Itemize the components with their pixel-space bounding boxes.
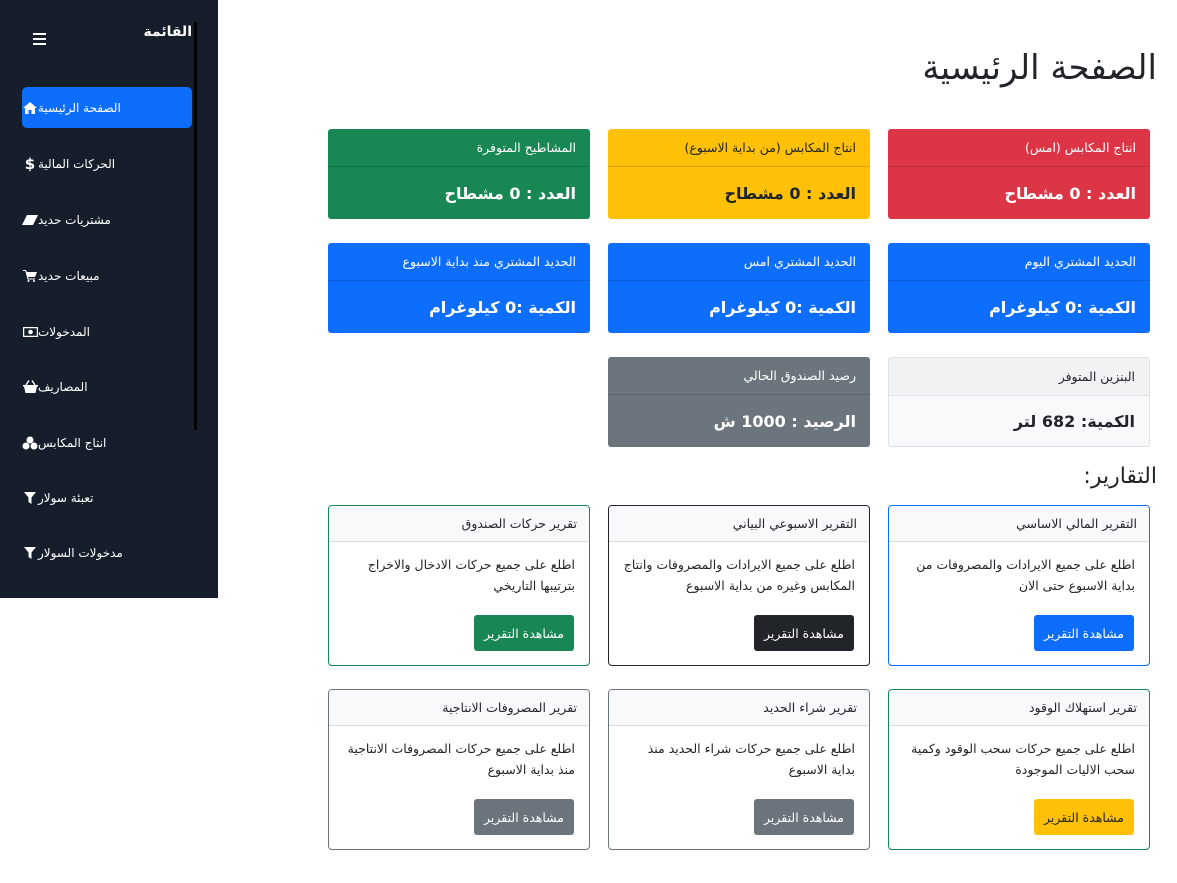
stat-card-value: العدد : 0 مشطاح (724, 183, 856, 203)
report-card-fuel: تقرير استهلاك الوقود اطلع على جميع حركات… (888, 689, 1150, 850)
stat-card-header: انتاج المكابس (امس) (888, 129, 1150, 167)
report-card-header: تقرير المصروفات الانتاجية (329, 690, 589, 726)
report-card-financial: التقرير المالي الاساسي اطلع على جميع الا… (888, 505, 1150, 666)
stat-card-value: الكمية :0 كيلوغرام (429, 297, 576, 317)
stat-card-header: البنزين المتوفر (889, 358, 1149, 396)
stat-card-value: العدد : 0 مشطاح (444, 183, 576, 203)
report-card-header: تقرير شراء الحديد (609, 690, 869, 726)
stat-card-header: الحديد المشتري اليوم (888, 243, 1150, 281)
sidebar-item-label: الحركات المالية (38, 156, 116, 171)
report-card-text: اطلع على جميع الايرادات والمصروفات وانتا… (623, 557, 855, 593)
sidebar-item-income[interactable]: المدخولات (22, 311, 192, 352)
home-icon (22, 100, 38, 116)
sidebar-item-expenses[interactable]: المصاريف (22, 366, 192, 407)
report-card-text: اطلع على جميع حركات الادخال والاخراج بتر… (367, 557, 575, 593)
report-card-header: تقرير استهلاك الوقود (889, 690, 1149, 726)
report-card-header: التقرير المالي الاساسي (889, 506, 1149, 542)
report-card-text: اطلع على جميع حركات سحب الوقود وكمية سحب… (911, 741, 1135, 777)
sidebar-title: القائمة (143, 24, 192, 40)
view-report-button[interactable]: مشاهدة التقرير (754, 615, 854, 651)
view-report-button[interactable]: مشاهدة التقرير (474, 615, 574, 651)
report-card-iron-purchase: تقرير شراء الحديد اطلع على جميع حركات شر… (608, 689, 870, 850)
report-card-cashbox: تقرير حركات الصندوق اطلع على جميع حركات … (328, 505, 590, 666)
report-card-production-expenses: تقرير المصروفات الانتاجية اطلع على جميع … (328, 689, 590, 850)
stat-card-iron-today: الحديد المشتري اليوم الكمية :0 كيلوغرام (888, 243, 1150, 333)
sidebar: القائمة الصفحة الرئيسية $ الحركات المالي… (0, 0, 218, 598)
sidebar-item-financial-transactions[interactable]: $ الحركات المالية (22, 143, 192, 184)
cubes-icon (22, 435, 38, 451)
sidebar-item-label: مدخولات السولار (38, 545, 123, 560)
stat-card-value: العدد : 0 مشطاح (1004, 183, 1136, 203)
sidebar-item-label: انتاج المكابس (38, 435, 107, 450)
sidebar-item-diesel-filling[interactable]: تعبئة سولار (22, 477, 192, 518)
stat-card-header: انتاج المكابس (من بداية الاسبوع) (608, 129, 870, 167)
sidebar-item-label: المدخولات (38, 324, 90, 339)
sidebar-item-label: مشتريات حديد (38, 212, 111, 227)
stat-card-iron-yesterday: الحديد المشتري امس الكمية :0 كيلوغرام (608, 243, 870, 333)
report-card-header: تقرير حركات الصندوق (329, 506, 589, 542)
stat-card-value: الكمية :0 كيلوغرام (989, 297, 1136, 317)
filter-icon (22, 490, 38, 506)
page-title: الصفحة الرئيسية (922, 48, 1157, 88)
stat-card-press-yesterday: انتاج المكابس (امس) العدد : 0 مشطاح (888, 129, 1150, 219)
dollar-icon: $ (24, 154, 36, 173)
filter-icon (22, 545, 38, 561)
report-card-text: اطلع على جميع حركات المصروفات الانتاجية … (347, 741, 575, 777)
sidebar-item-iron-purchases[interactable]: مشتريات حديد (22, 199, 192, 240)
stat-card-pallets-available: المشاطيح المتوفرة العدد : 0 مشطاح (328, 129, 590, 219)
stat-card-header: الحديد المشتري امس (608, 243, 870, 281)
sidebar-item-label: المصاريف (38, 379, 88, 394)
sidebar-item-label: مبيعات حديد (38, 268, 100, 283)
stat-card-header: المشاطيح المتوفرة (328, 129, 590, 167)
sidebar-item-label: الصفحة الرئيسية (38, 100, 121, 115)
stat-card-header: الحديد المشتري منذ بداية الاسبوع (328, 243, 590, 281)
stat-card-value: الكمية :0 كيلوغرام (709, 297, 856, 317)
stat-card-press-week: انتاج المكابس (من بداية الاسبوع) العدد :… (608, 129, 870, 219)
report-card-text: اطلع على جميع حركات شراء الحديد منذ بداي… (647, 741, 855, 777)
menu-toggle-icon[interactable] (33, 33, 46, 45)
sidebar-item-iron-sales[interactable]: مبيعات حديد (22, 255, 192, 296)
report-card-weekly-chart: التقرير الاسبوعي البياني اطلع على جميع ا… (608, 505, 870, 666)
reports-section-title: التقارير: (1083, 464, 1157, 489)
stat-card-iron-week: الحديد المشتري منذ بداية الاسبوع الكمية … (328, 243, 590, 333)
money-bill-icon (22, 324, 38, 340)
report-card-text: اطلع على جميع الايرادات والمصروفات من بد… (916, 557, 1135, 593)
eraser-icon (22, 212, 38, 228)
view-report-button[interactable]: مشاهدة التقرير (1034, 799, 1134, 835)
stat-card-gasoline: البنزين المتوفر الكمية: 682 لتر (888, 357, 1150, 447)
view-report-button[interactable]: مشاهدة التقرير (754, 799, 854, 835)
cart-icon (22, 268, 38, 284)
basket-icon (22, 379, 38, 395)
sidebar-item-home[interactable]: الصفحة الرئيسية (22, 87, 192, 128)
stat-card-cash-balance: رصيد الصندوق الحالي الرصيد : 1000 ش (608, 357, 870, 447)
sidebar-item-label: تعبئة سولار (38, 490, 94, 505)
view-report-button[interactable]: مشاهدة التقرير (474, 799, 574, 835)
stat-card-header: رصيد الصندوق الحالي (608, 357, 870, 395)
stat-card-value: الكمية: 682 لتر (1013, 411, 1135, 431)
sidebar-scrollbar[interactable] (194, 22, 197, 430)
report-card-header: التقرير الاسبوعي البياني (609, 506, 869, 542)
sidebar-item-press-production[interactable]: انتاج المكابس (22, 422, 192, 463)
sidebar-item-diesel-income[interactable]: مدخولات السولار (22, 532, 192, 573)
stat-card-value: الرصيد : 1000 ش (713, 411, 856, 431)
view-report-button[interactable]: مشاهدة التقرير (1034, 615, 1134, 651)
